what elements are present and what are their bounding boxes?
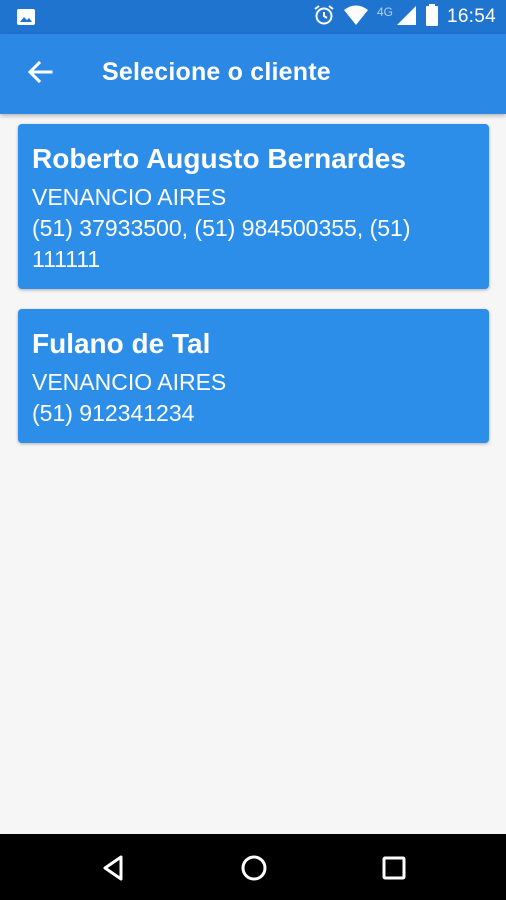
back-button[interactable] [22, 56, 58, 92]
client-phones: (51) 37933500, (51) 984500355, (51) 1111… [32, 215, 411, 272]
home-circle-icon [239, 855, 269, 887]
back-triangle-icon [99, 855, 129, 887]
app-bar: Selecione o cliente [0, 34, 506, 114]
wifi-icon [343, 4, 369, 31]
client-name: Roberto Augusto Bernardes [32, 143, 406, 174]
nav-home-button[interactable] [239, 853, 269, 883]
nav-back-button[interactable] [99, 853, 129, 883]
network-type: 4G [376, 5, 393, 19]
image-icon [16, 8, 36, 31]
status-bar: 4G 16:54 [0, 0, 506, 34]
navigation-bar [0, 834, 506, 900]
recents-square-icon [379, 856, 409, 887]
client-card[interactable]: Fulano de Tal VENANCIO AIRES (51) 912341… [18, 309, 489, 443]
arrow-left-icon [27, 60, 53, 89]
client-city: VENANCIO AIRES [32, 184, 227, 210]
alarm-icon [313, 4, 335, 31]
signal-icon [395, 4, 417, 31]
client-phones: (51) 912341234 [32, 400, 195, 426]
client-name: Fulano de Tal [32, 328, 211, 359]
client-city: VENANCIO AIRES [32, 369, 227, 395]
clock: 16:54 [446, 6, 496, 27]
client-list: Roberto Augusto Bernardes VENANCIO AIRES… [18, 124, 489, 463]
client-card[interactable]: Roberto Augusto Bernardes VENANCIO AIRES… [18, 124, 489, 289]
battery-icon [425, 3, 439, 32]
page-title: Selecione o cliente [102, 58, 331, 86]
nav-recents-button[interactable] [379, 853, 409, 883]
